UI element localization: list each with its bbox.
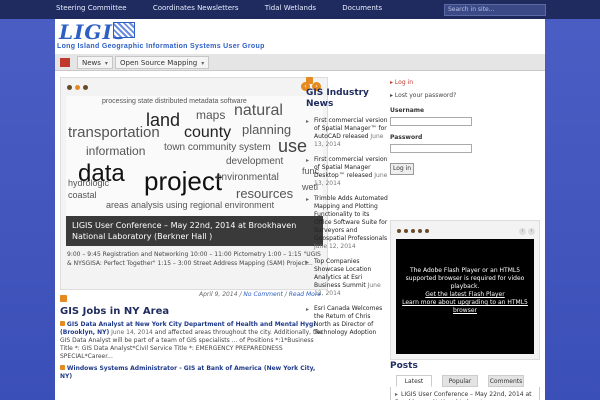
posts-title: Posts (390, 361, 418, 371)
rss-icon[interactable] (60, 295, 67, 302)
job-item: Windows Systems Administrator - GIS at B… (60, 365, 328, 381)
video-dot[interactable] (425, 229, 429, 233)
posts-tabs: Latest Popular Comments (390, 375, 540, 387)
chevron-down-icon: ▾ (104, 60, 108, 67)
news-item[interactable]: ▸ Top Companies Showcase Location Analyti… (306, 258, 388, 298)
industry-news: GIS Industry News ▸ First commercial vers… (306, 77, 388, 337)
html5-info-link[interactable]: Learn more about upgrading to an HTML5 b… (402, 299, 528, 315)
slide-caption[interactable]: LIGIS User Conference – May 22nd, 2014 a… (66, 216, 323, 246)
nav-coordinates-newsletters[interactable]: Coordinates Newsletters (153, 4, 239, 12)
tab-comments[interactable]: Comments (488, 375, 524, 387)
home-icon[interactable] (60, 58, 70, 67)
post-link[interactable]: LIGIS User Conference – May 22nd, 2014 a… (395, 391, 532, 400)
password-field[interactable] (390, 144, 472, 153)
chevron-down-icon: ▾ (201, 60, 205, 67)
arrow-bullet-icon: ▸ (395, 391, 399, 398)
video-arrows: ‹ › (517, 226, 535, 235)
flash-message: The Adobe Flash Player or an HTML5 suppo… (405, 267, 525, 290)
word-cloud-image: processing state distributed metadata so… (66, 96, 323, 216)
arrow-bullet-icon: ▸ (306, 259, 310, 266)
slide-excerpt: 9:00 – 9:45 Registration and Networking … (67, 251, 321, 267)
video-widget: ‹ › The Adobe Flash Player or an HTML5 su… (390, 220, 540, 360)
jobs-section: GIS Jobs in NY Area GIS Data Analyst at … (60, 295, 328, 381)
top-navigation: Steering Committee Coordinates Newslette… (0, 0, 600, 19)
slider-dot[interactable] (75, 85, 80, 90)
flash-player: The Adobe Flash Player or an HTML5 suppo… (396, 239, 534, 354)
menu-news-label: News (82, 59, 101, 67)
news-title: GIS Industry News (306, 88, 369, 109)
nav-tidal-wetlands[interactable]: Tidal Wetlands (265, 4, 316, 12)
news-item[interactable]: ▸ Trimble Adds Automated Mapping and Plot… (306, 195, 388, 251)
search-input[interactable]: Search in site... (444, 4, 546, 16)
login-link[interactable]: ▸ Log in (390, 79, 540, 86)
tab-latest[interactable]: Latest (396, 375, 432, 387)
news-item[interactable]: ▸ First commercial version of Spatial Man… (306, 117, 388, 149)
next-arrow-icon[interactable]: › (528, 228, 535, 235)
video-dot[interactable] (404, 229, 408, 233)
featured-slider: ‹ › processing state distributed metadata… (60, 77, 328, 298)
flash-download-link[interactable]: Get the latest Flash Player (402, 291, 528, 299)
arrow-bullet-icon: ▸ (306, 306, 310, 313)
page-container: LIGIS Long Island Geographic Information… (55, 19, 545, 400)
arrow-bullet-icon: ▸ (306, 157, 310, 164)
arrow-bullet-icon: ▸ (306, 196, 310, 203)
slider-dot[interactable] (67, 85, 72, 90)
rss-icon[interactable] (306, 77, 313, 84)
rss-icon (60, 321, 65, 326)
slider-pagination (67, 84, 91, 92)
news-headline[interactable]: Trimble Adds Automated Mapping and Plott… (314, 195, 388, 242)
lost-password-link[interactable]: ▸ Lost your password? (390, 92, 540, 99)
posts-widget: Posts Latest Popular Comments ▸ LIGIS Use… (390, 361, 540, 400)
video-dot[interactable] (418, 229, 422, 233)
sidebar-right: ▸ Log in ▸ Lost your password? Username … (390, 77, 540, 400)
tab-popular[interactable]: Popular (442, 375, 478, 387)
job-title-link[interactable]: Windows Systems Administrator - GIS at B… (60, 365, 315, 380)
job-date: June 14, 2014 (111, 329, 153, 336)
video-dot[interactable] (411, 229, 415, 233)
prev-arrow-icon[interactable]: ‹ (519, 228, 526, 235)
rss-icon (60, 365, 65, 370)
username-field[interactable] (390, 117, 472, 126)
news-item[interactable]: ▸ Esri Canada Welcomes the Return of Chri… (306, 305, 388, 337)
login-link-label[interactable]: Log in (395, 79, 413, 86)
password-label: Password (390, 134, 423, 141)
site-tagline: Long Island Geographic Information Syste… (57, 43, 265, 50)
menu-news[interactable]: News ▾ (77, 56, 113, 69)
main-menu: News ▾ Open Source Mapping ▾ (55, 54, 545, 71)
news-date: June 12, 2014 (314, 243, 356, 250)
news-headline[interactable]: Esri Canada Welcomes the Return of Chris… (314, 305, 382, 336)
news-headline[interactable]: Top Companies Showcase Location Analytic… (314, 258, 371, 289)
posts-list: ▸ LIGIS User Conference – May 22nd, 2014 … (390, 387, 540, 400)
lost-password-label[interactable]: Lost your password? (395, 92, 456, 99)
site-banner: LIGIS Long Island Geographic Information… (55, 19, 545, 54)
menu-osm-label: Open Source Mapping (120, 59, 198, 67)
jobs-title: GIS Jobs in NY Area (60, 306, 170, 317)
video-pagination (397, 227, 432, 235)
top-nav-links: Steering Committee Coordinates Newslette… (56, 4, 406, 12)
nav-documents[interactable]: Documents (342, 4, 382, 12)
job-item: GIS Data Analyst at New York City Depart… (60, 321, 328, 361)
nav-steering-committee[interactable]: Steering Committee (56, 4, 127, 12)
news-item[interactable]: ▸ First commercial version of Spatial Man… (306, 156, 388, 188)
slider-dot[interactable] (83, 85, 88, 90)
video-dot[interactable] (397, 229, 401, 233)
map-logo-icon (113, 22, 135, 38)
login-button[interactable]: Log in (390, 163, 414, 175)
arrow-bullet-icon: ▸ (306, 118, 310, 125)
username-label: Username (390, 107, 425, 114)
menu-open-source-mapping[interactable]: Open Source Mapping ▾ (115, 56, 210, 69)
